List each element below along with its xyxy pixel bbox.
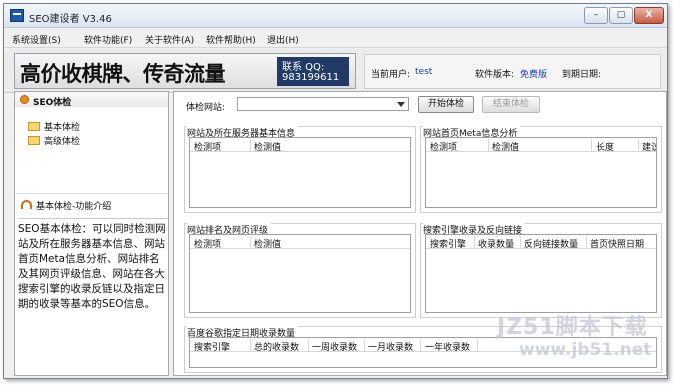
menu-software-functions[interactable]: 软件功能(F) <box>84 33 132 46</box>
column-header[interactable]: 检测项 <box>194 140 221 153</box>
grid-header: 搜索引擎 收录数量 反向链接数量 首页快照日期 <box>426 235 656 250</box>
left-panel-header: SEO体检 <box>15 92 168 108</box>
column-header[interactable]: 检测项 <box>430 140 457 153</box>
grid-header: 检测项 检测值 长度 建议 <box>426 138 656 153</box>
broadcast-icon <box>21 200 32 209</box>
menu-system-settings[interactable]: 系统设置(S) <box>12 33 61 46</box>
column-header[interactable]: 建议 <box>642 140 656 153</box>
start-check-button[interactable]: 开始体检 <box>418 96 474 113</box>
tree-item-label: 基本体检 <box>44 123 81 133</box>
site-select[interactable] <box>237 97 409 111</box>
rank-group: 网站排名及网页评级 检测项 检测值 <box>184 223 416 318</box>
meta-info-grid[interactable]: 检测项 检测值 长度 建议 <box>425 137 657 208</box>
tree-item-label: 高级体检 <box>44 137 81 147</box>
column-header[interactable]: 一年收录数 <box>425 340 470 353</box>
column-header[interactable]: 一月收录数 <box>368 340 413 353</box>
expire-date-label: 到期日期: <box>562 70 602 80</box>
ad-headline: 高价收棋牌、传奇流量 <box>20 62 226 86</box>
title-bar: SEO建设者 V3.46 – ▢ X <box>4 4 667 28</box>
current-user-label: 当前用户: <box>371 70 411 80</box>
menu-bar: 系统设置(S) 软件功能(F) 关于软件(A) 软件帮助(H) 退出(H) <box>4 29 667 48</box>
banner-strip: 高价收棋牌、传奇流量 联系 QQ: 983199611 当前用户: test 软… <box>4 49 667 93</box>
tree-item-basic-check[interactable]: 基本体检 <box>28 120 80 133</box>
column-header[interactable]: 检测值 <box>254 237 281 250</box>
ad-qq-label: 联系 QQ: <box>282 62 325 73</box>
index-grid[interactable]: 搜索引擎 收录数量 反向链接数量 首页快照日期 <box>425 234 657 313</box>
column-header[interactable]: 反向链接数量 <box>524 237 578 250</box>
column-header[interactable]: 搜索引擎 <box>430 237 466 250</box>
rank-grid[interactable]: 检测项 检测值 <box>189 234 411 313</box>
intro-title: 基本体检-功能介绍 <box>36 202 112 212</box>
meta-info-group: 网站首页Meta信息分析 检测项 检测值 长度 建议 <box>420 126 662 213</box>
ad-contact-box: 联系 QQ: 983199611 <box>277 57 349 86</box>
tree-item-advanced-check[interactable]: 高级体检 <box>28 134 80 147</box>
maximize-button[interactable]: ▢ <box>609 7 633 24</box>
column-header[interactable]: 搜索引擎 <box>194 340 230 353</box>
grid-header: 检测项 检测值 <box>190 235 410 250</box>
folder-icon <box>28 136 40 145</box>
user-info-panel: 当前用户: test 软件版本: 免费版 到期日期: <box>364 54 661 89</box>
menu-about[interactable]: 关于软件(A) <box>145 33 194 46</box>
column-header[interactable]: 检测值 <box>492 140 519 153</box>
intro-description: SEO基本体检：可以同时检测网站及所在服务器基本信息、网站首页Meta信息分析、… <box>18 218 168 312</box>
site-label: 体检网站: <box>186 103 226 113</box>
grid-header: 检测项 检测值 <box>190 138 410 153</box>
check-toolbar: 体检网站: 开始体检 结束体检 <box>174 92 666 118</box>
left-panel: SEO体检 基本体检 高级体检 基本体检-功能介绍 SEO基本体检：可以同时检测… <box>14 91 169 376</box>
column-header[interactable]: 检测值 <box>254 140 281 153</box>
ad-qq-number: 983199611 <box>282 72 340 83</box>
seo-check-icon <box>20 95 29 104</box>
column-header[interactable]: 检测项 <box>194 237 221 250</box>
chevron-down-icon[interactable] <box>397 102 405 107</box>
version-label: 软件版本: <box>475 70 515 80</box>
folder-icon <box>28 122 40 131</box>
column-header[interactable]: 长度 <box>596 140 614 153</box>
intro-header: 基本体检-功能介绍 <box>15 193 168 213</box>
close-button[interactable]: X <box>634 7 664 24</box>
menu-help[interactable]: 软件帮助(H) <box>206 33 256 46</box>
current-user-value: test <box>415 67 433 77</box>
end-check-button[interactable]: 结束体检 <box>482 96 540 113</box>
minimize-button[interactable]: – <box>584 7 608 24</box>
watermark-url: www.jb51.net <box>519 340 652 360</box>
column-header[interactable]: 总的收录数 <box>254 340 299 353</box>
version-value: 免费版 <box>520 70 548 80</box>
server-info-grid[interactable]: 检测项 检测值 <box>189 137 411 208</box>
left-panel-title: SEO体检 <box>33 98 72 108</box>
menu-exit[interactable]: 退出(H) <box>267 33 299 46</box>
column-header[interactable]: 收录数量 <box>478 237 514 250</box>
window-title: SEO建设者 V3.46 <box>29 14 112 25</box>
index-group: 搜索引擎收录及反向链接 搜索引擎 收录数量 反向链接数量 首页快照日期 <box>420 223 662 318</box>
advertisement-banner[interactable]: 高价收棋牌、传奇流量 联系 QQ: 983199611 <box>14 53 356 89</box>
column-header[interactable]: 首页快照日期 <box>590 237 644 250</box>
server-info-group: 网站及所在服务器基本信息 检测项 检测值 <box>184 126 416 213</box>
app-logo-icon <box>10 9 24 22</box>
column-header[interactable]: 一周收录数 <box>312 340 357 353</box>
